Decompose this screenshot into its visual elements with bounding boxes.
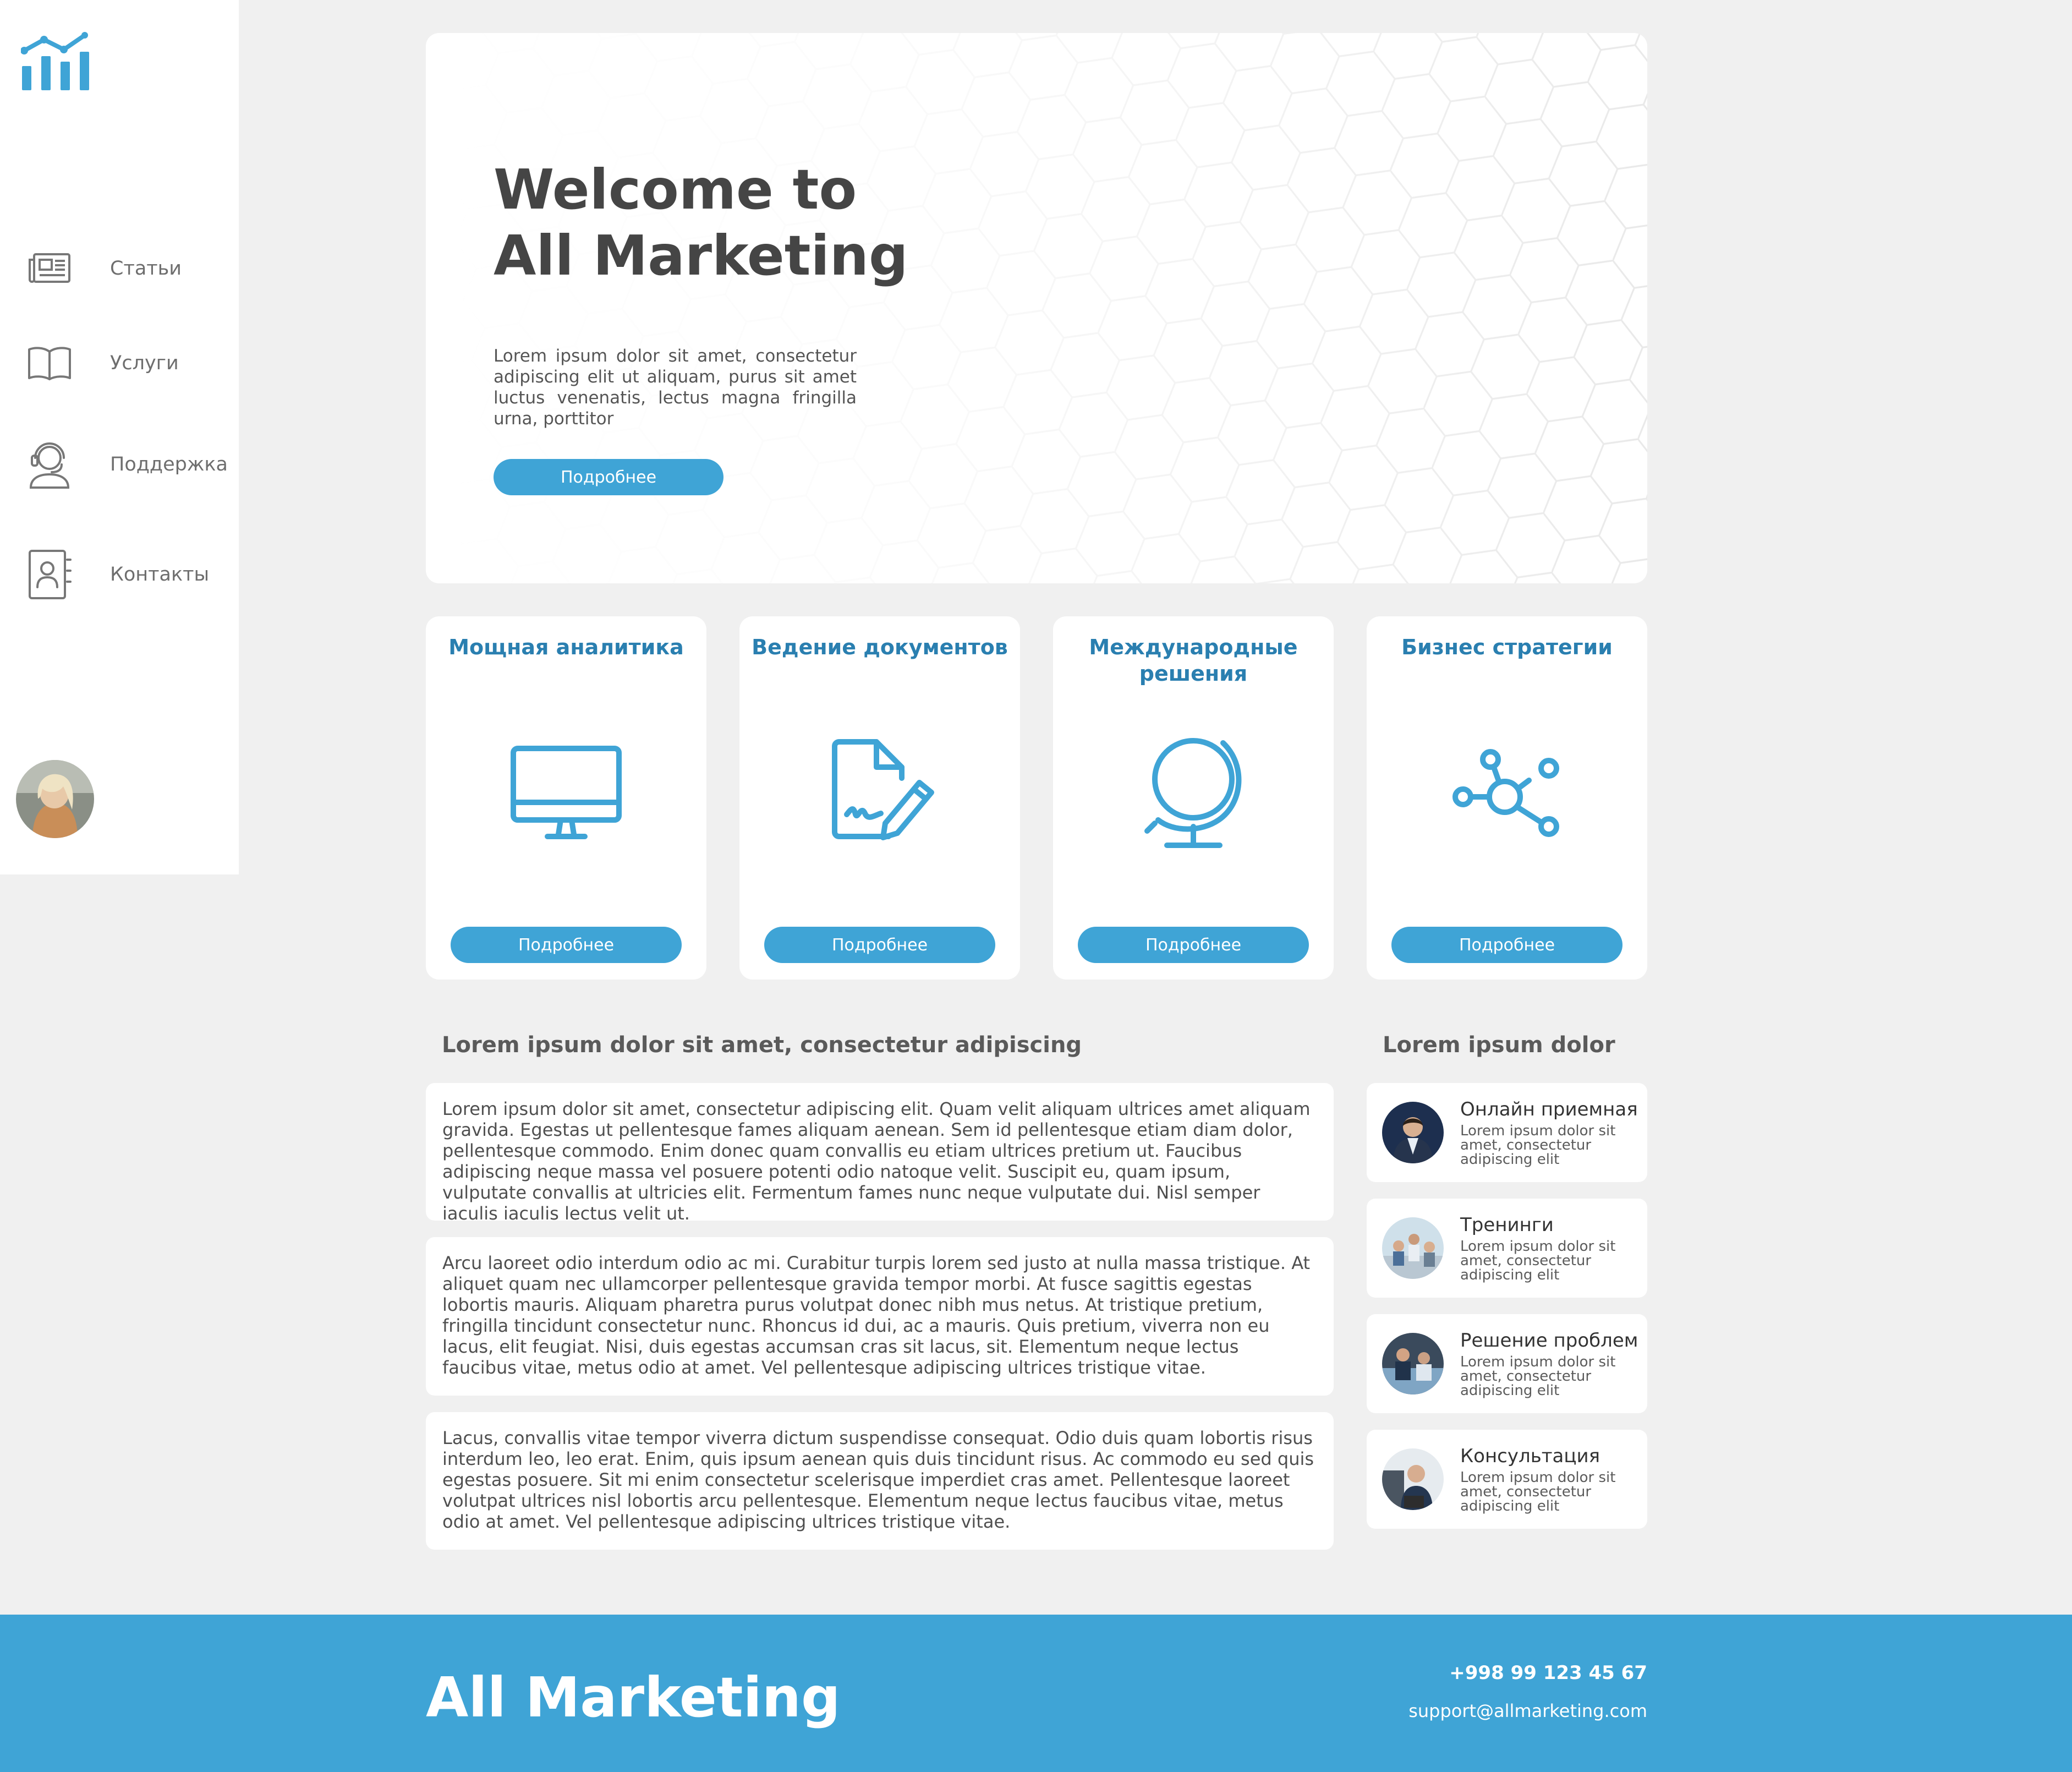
hero-title: Welcome to All Marketing [494,157,908,288]
footer-brand: All Marketing [426,1665,841,1730]
footer-phone-link[interactable]: +998 99 123 45 67 [1449,1662,1647,1684]
article-text: Lorem ipsum dolor sit amet, consectetur … [442,1098,1311,1224]
hexagon-pattern-background [426,33,1647,583]
avatar [1382,1333,1444,1394]
list-item-title: Решение проблем [1460,1330,1638,1352]
service-more-button[interactable]: Подробнее [451,927,682,963]
list-item-text: Lorem ipsum dolor sit amet, consectetur … [1460,1123,1616,1168]
service-more-button[interactable]: Подробнее [764,927,995,963]
avatar [1382,1102,1444,1163]
list-item-title: Онлайн приемная [1460,1098,1638,1120]
side-list-heading: Lorem ipsum dolor [1383,1032,1615,1058]
list-item-online-reception[interactable]: Онлайн приемная Lorem ipsum dolor sit am… [1367,1083,1647,1182]
list-item-consultation[interactable]: Консультация Lorem ipsum dolor sit amet,… [1367,1430,1647,1529]
list-item-text: Lorem ipsum dolor sit amet, consectetur … [1460,1238,1616,1283]
service-more-button[interactable]: Подробнее [1078,927,1309,963]
list-item-text: Lorem ipsum dolor sit amet, consectetur … [1460,1354,1616,1399]
service-card-strategy: Бизнес стратегии Подробнее [1367,616,1647,980]
list-item-problem-solving[interactable]: Решение проблем Lorem ipsum dolor sit am… [1367,1314,1647,1413]
card-title: Ведение документов [752,635,1008,659]
list-item-title: Консультация [1460,1445,1600,1467]
bar-chart-trend-icon[interactable] [20,32,90,91]
card-title: Международные решения [1089,635,1298,686]
user-avatar[interactable] [16,760,94,838]
hero-banner: Welcome to All Marketing Lorem ipsum dol… [426,33,1647,583]
sidebar-item-contacts[interactable]: Контакты [26,548,209,601]
support-headset-icon [26,438,73,491]
list-item-title: Тренинги [1460,1214,1554,1236]
sidebar-item-label: Услуги [110,352,179,374]
monitor-icon [506,732,627,853]
card-title: Бизнес стратегии [1401,635,1613,659]
sidebar-item-support[interactable]: Поддержка [26,438,228,491]
article-text: Arcu laoreet odio interdum odio ac mi. C… [442,1253,1311,1378]
newspaper-icon [26,242,73,295]
service-card-international: Международные решения Подробнее [1053,616,1334,980]
sidebar-item-services[interactable]: Услуги [26,337,179,390]
article-card: Arcu laoreet odio interdum odio ac mi. C… [426,1237,1334,1396]
open-book-icon [26,337,73,390]
avatar [1382,1217,1444,1279]
hero-description: Lorem ipsum dolor sit amet, consectetur … [494,346,857,429]
sidebar-item-articles[interactable]: Статьи [26,242,182,295]
hero-more-button[interactable]: Подробнее [494,459,723,495]
document-signature-icon [819,732,940,853]
article-card: Lacus, convallis vitae tempor viverra di… [426,1412,1334,1550]
network-nodes-icon [1446,732,1567,853]
article-card: Lorem ipsum dolor sit amet, consectetur … [426,1083,1334,1224]
sidebar: Статьи Услуги Поддержка Контакты [0,0,239,874]
contacts-book-icon [26,548,73,601]
footer: All Marketing +998 99 123 45 67 support@… [0,1615,2072,1772]
article-text: Lacus, convallis vitae tempor viverra di… [442,1428,1314,1532]
sidebar-item-label: Контакты [110,564,210,586]
sidebar-item-label: Поддержка [110,453,228,475]
service-more-button[interactable]: Подробнее [1391,927,1622,963]
sidebar-item-label: Статьи [110,258,182,280]
avatar [1382,1448,1444,1510]
list-item-trainings[interactable]: Тренинги Lorem ipsum dolor sit amet, con… [1367,1199,1647,1298]
service-card-analytics: Мощная аналитика Подробнее [426,616,706,980]
list-item-text: Lorem ipsum dolor sit amet, consectetur … [1460,1469,1616,1514]
card-title: Мощная аналитика [448,635,684,659]
globe-icon [1133,732,1254,853]
service-card-documents: Ведение документов Подробнее [739,616,1020,980]
footer-email-link[interactable]: support@allmarketing.com [1408,1700,1647,1721]
articles-heading: Lorem ipsum dolor sit amet, consectetur … [442,1032,1082,1058]
